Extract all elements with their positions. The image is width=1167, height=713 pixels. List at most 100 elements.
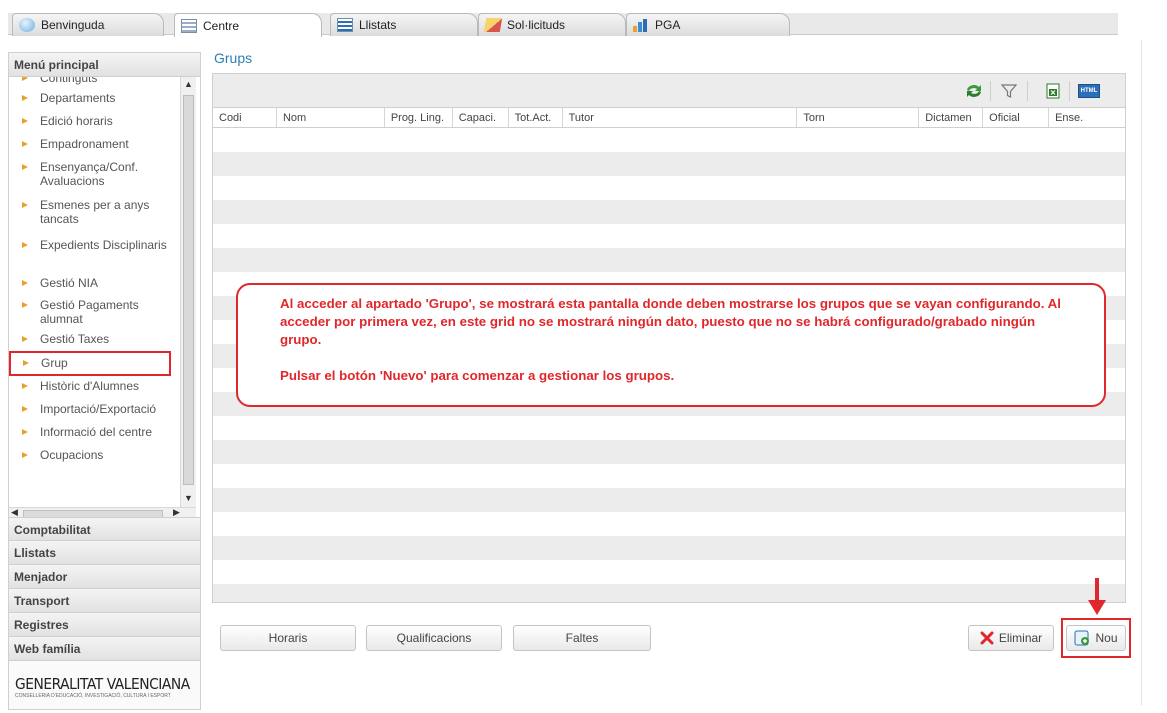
- bullet-icon: [22, 164, 28, 170]
- tab-benvinguda[interactable]: Benvinguda: [12, 13, 164, 36]
- sidebar-item-esmenes[interactable]: Esmenes per a anys tancats: [9, 192, 179, 232]
- excel-export-button[interactable]: [1042, 81, 1064, 101]
- html-export-button[interactable]: HTML: [1075, 81, 1103, 101]
- sidebar-item-ensenyanca-avaluacions[interactable]: Ensenyança/Conf. Avaluacions: [9, 156, 179, 192]
- sidebar-section-comptabilitat[interactable]: Comptabilitat: [9, 517, 200, 541]
- table-row: [213, 512, 1125, 536]
- sidebar-item-gestio-nia[interactable]: Gestió NIA: [9, 272, 179, 294]
- qualificacions-button[interactable]: Qualificacions: [366, 625, 502, 651]
- horizontal-scrollbar[interactable]: ◀ ▶: [9, 507, 196, 517]
- sidebar-section-transport[interactable]: Transport: [9, 589, 200, 613]
- sidebar-section-menjador[interactable]: Menjador: [9, 565, 200, 589]
- vertical-scrollbar[interactable]: ▲ ▼: [180, 77, 196, 507]
- scroll-up-icon[interactable]: ▲: [184, 79, 193, 89]
- table-row: [213, 152, 1125, 176]
- table-row: [213, 248, 1125, 272]
- tab-label: Sol·licituds: [507, 18, 566, 32]
- bullet-icon: [22, 202, 28, 208]
- scroll-down-icon[interactable]: ▼: [184, 493, 193, 503]
- sidebar-item-grup[interactable]: Grup: [9, 351, 171, 376]
- horaris-button[interactable]: Horaris: [220, 625, 356, 651]
- eliminar-button[interactable]: Eliminar: [968, 625, 1054, 651]
- sidebar-section-menu-principal[interactable]: Menú principal: [9, 53, 200, 77]
- sidebar-item-expedients[interactable]: Expedients Disciplinaris: [9, 232, 179, 272]
- toolbar-separator: [1069, 81, 1070, 101]
- pencil-icon: [483, 18, 503, 32]
- toolbar-separator: [990, 81, 991, 101]
- sidebar-section-web-familia[interactable]: Web família: [9, 637, 200, 661]
- column-header-ense[interactable]: Ense.: [1049, 108, 1125, 127]
- filter-button[interactable]: [998, 81, 1020, 101]
- faltes-button[interactable]: Faltes: [513, 625, 651, 651]
- column-header-torn[interactable]: Torn: [797, 108, 920, 127]
- content-border: [1141, 40, 1142, 705]
- column-header-oficial[interactable]: Oficial: [983, 108, 1050, 127]
- scrollbar-thumb[interactable]: [183, 95, 194, 485]
- html-export-icon: HTML: [1078, 84, 1100, 98]
- tab-label: Llistats: [359, 18, 397, 32]
- column-header-nom[interactable]: Nom: [277, 108, 385, 127]
- column-header-dictamen[interactable]: Dictamen: [919, 108, 984, 127]
- table-row: [213, 200, 1125, 224]
- bullet-icon: [22, 95, 28, 101]
- table-row: [213, 440, 1125, 464]
- sidebar-section-registres[interactable]: Registres: [9, 613, 200, 637]
- sidebar-item-informacio-centre[interactable]: Informació del centre: [9, 421, 179, 444]
- table-row: [213, 464, 1125, 488]
- sidebar-item-edicio-horaris[interactable]: Edició horaris: [9, 110, 179, 133]
- bullet-icon: [22, 452, 28, 458]
- sidebar: Menú principal Continguts Departaments E…: [8, 52, 201, 710]
- eliminar-label: Eliminar: [998, 631, 1043, 645]
- generalitat-logo: GENERALITAT VALENCIANA CONSELLERIA D'EDU…: [12, 667, 198, 707]
- refresh-icon: [967, 85, 981, 97]
- sidebar-item-gestio-pagaments[interactable]: Gestió Pagaments alumnat: [9, 294, 179, 330]
- column-header-codi[interactable]: Codi: [213, 108, 277, 127]
- column-header-tot-act[interactable]: Tot.Act.: [509, 108, 563, 127]
- down-arrow-icon: [1088, 578, 1106, 615]
- nou-button[interactable]: Nou: [1066, 625, 1126, 651]
- sidebar-item-ocupacions[interactable]: Ocupacions: [9, 444, 179, 467]
- tab-label: Centre: [203, 18, 240, 33]
- bullet-icon: [22, 118, 28, 124]
- bullet-icon: [22, 280, 28, 286]
- tab-bar: Benvinguda Centre Llistats Sol·licituds …: [0, 0, 1167, 40]
- scrollbar-thumb[interactable]: [23, 510, 163, 517]
- scroll-left-icon[interactable]: ◀: [11, 507, 18, 517]
- callout-text-1: Al acceder al apartado 'Grupo', se mostr…: [280, 296, 1061, 347]
- sidebar-item-empadronament[interactable]: Empadronament: [9, 133, 179, 156]
- grid-header: Codi Nom Prog. Ling. Capaci. Tot.Act. Tu…: [213, 108, 1125, 128]
- table-row: [213, 488, 1125, 512]
- sidebar-item-gestio-taxes[interactable]: Gestió Taxes: [9, 330, 179, 352]
- logo-subtext: CONSELLERIA D'EDUCACIÓ, INVESTIGACIÓ, CU…: [15, 693, 171, 699]
- grid-icon: [181, 18, 197, 33]
- bullet-icon: [22, 141, 28, 147]
- table-row: [213, 584, 1125, 602]
- tab-sollicituds[interactable]: Sol·licituds: [478, 13, 626, 36]
- table-row: [213, 176, 1125, 200]
- grid-toolbar: HTML: [213, 74, 1125, 108]
- logo-text: GENERALITAT VALENCIANA: [15, 675, 190, 693]
- sidebar-item-departaments[interactable]: Departaments: [9, 87, 179, 110]
- bullet-icon: [22, 429, 28, 435]
- tab-pga[interactable]: PGA: [626, 13, 790, 36]
- tab-llistats[interactable]: Llistats: [330, 13, 478, 36]
- delete-x-icon: [980, 631, 994, 645]
- column-header-prog-ling[interactable]: Prog. Ling.: [385, 108, 453, 127]
- column-header-capaci[interactable]: Capaci.: [453, 108, 509, 127]
- sidebar-item-historic-alumnes[interactable]: Històric d'Alumnes: [9, 375, 179, 398]
- column-header-tutor[interactable]: Tutor: [563, 108, 798, 127]
- table-row: [213, 416, 1125, 440]
- refresh-button[interactable]: [963, 81, 985, 101]
- scroll-right-icon[interactable]: ▶: [173, 507, 180, 517]
- table-row: [213, 560, 1125, 584]
- bullet-icon: [22, 336, 28, 342]
- sidebar-item-continguts[interactable]: Continguts: [9, 77, 179, 87]
- bullet-icon: [23, 360, 29, 366]
- sidebar-section-llistats[interactable]: Llistats: [9, 541, 200, 565]
- page-title: Grups: [214, 50, 253, 66]
- bullet-icon: [22, 406, 28, 412]
- tab-centre[interactable]: Centre: [174, 13, 322, 37]
- sidebar-item-importacio-exportacio[interactable]: Importació/Exportació: [9, 398, 179, 421]
- table-row: [213, 224, 1125, 248]
- excel-export-icon: [1046, 83, 1060, 99]
